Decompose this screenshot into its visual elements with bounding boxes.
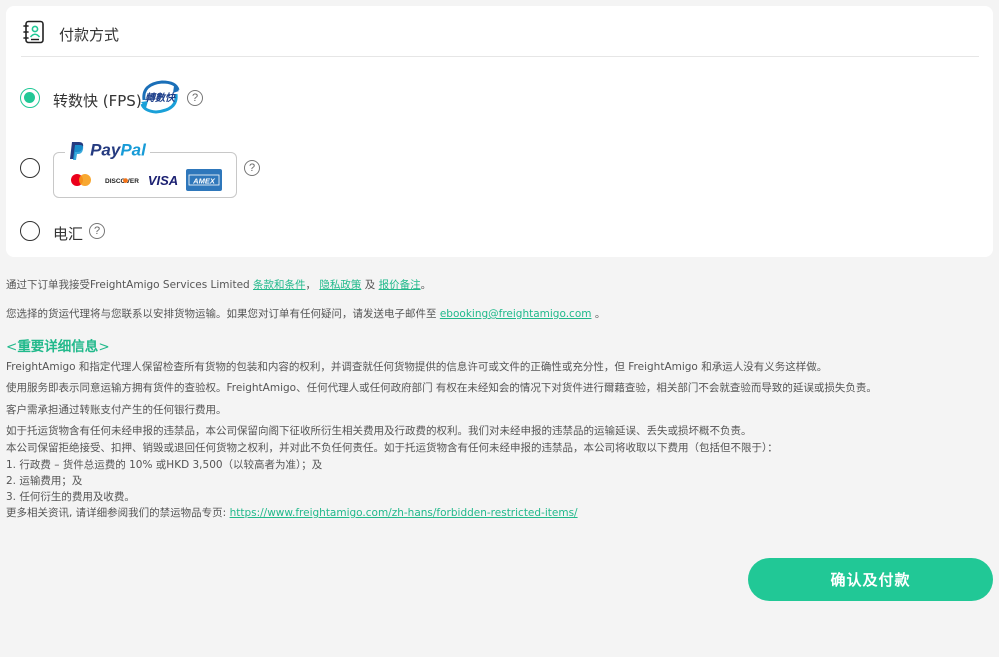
discover-icon: DISCOVER <box>104 169 140 191</box>
wire-help-icon[interactable]: ? <box>89 223 105 239</box>
paragraph-undeclared: 如于托运货物含有任何未经申报的违禁品，本公司保留向阁下征收所衍生相关费用及行政费… <box>6 425 752 437</box>
terms-sep1: ， <box>305 279 320 291</box>
paragraph-consent: 使用服务即表示同意运输方拥有货件的查验权。FreightAmigo、任何代理人或… <box>6 382 877 394</box>
paragraph-refusal: 本公司保留拒绝接受、扣押、销毁或退回任何货物之权利，并对此不负任何责任。如于托运… <box>6 442 778 454</box>
amex-icon: AMEX <box>186 169 222 191</box>
important-open: < <box>6 339 18 355</box>
svg-text:VISA: VISA <box>148 173 178 188</box>
paragraph-inspection: FreightAmigo 和指定代理人保留检查所有货物的包装和内容的权利，并调查… <box>6 361 828 373</box>
fps-help-icon[interactable]: ? <box>187 90 203 106</box>
visa-icon: VISA <box>145 169 181 191</box>
confirm-and-pay-button[interactable]: 确认及付款 <box>748 558 993 601</box>
more-info-text: 更多相关资讯, 请详细参阅我们的禁运物品专页: https://www.frei… <box>6 505 578 520</box>
terms-link[interactable]: 条款和条件 <box>253 279 306 291</box>
paypal-logo: PayPal <box>65 140 150 164</box>
payment-method-card: 付款方式 转数快 (FPS) 轉數快 ? PayPal DISCOVER VIS… <box>6 6 993 257</box>
radio-wire-transfer[interactable] <box>20 221 40 241</box>
mastercard-icon <box>64 169 98 191</box>
terms-suffix: 。 <box>420 279 432 291</box>
terms-sep2: 及 <box>361 279 379 291</box>
fps-logo: 轉數快 <box>138 78 182 116</box>
contact-suffix: 。 <box>591 308 606 320</box>
paragraph-bank-fees: 客户需承担通过转账支付产生的任何银行费用。 <box>6 404 227 416</box>
svg-text:DISCOVER: DISCOVER <box>105 178 139 185</box>
paragraph-fee-2: 2. 运输费用；及 <box>6 475 83 487</box>
important-close: > <box>98 339 110 355</box>
paypal-logo-pal: Pal <box>120 140 146 160</box>
more-info-prefix: 更多相关资讯, 请详细参阅我们的禁运物品专页: <box>6 507 230 519</box>
svg-text:AMEX: AMEX <box>192 177 216 186</box>
paypal-logo-pay: Pay <box>90 140 121 160</box>
terms-text: 通过下订单我接受FreightAmigo Services Limited 条款… <box>6 277 431 292</box>
paragraph-fee-1: 1. 行政费 – 货件总运费的 10% 或HKD 3,500（以较高者为准）；及 <box>6 459 323 471</box>
paypal-p-icon <box>69 140 90 160</box>
paragraph-fee-3: 3. 任何衍生的费用及收费。 <box>6 491 135 503</box>
radio-fps[interactable] <box>20 88 40 108</box>
svg-text:轉數快: 轉數快 <box>145 92 176 104</box>
quote-notes-link[interactable]: 报价备注 <box>379 279 421 291</box>
terms-prefix: 通过下订单我接受FreightAmigo Services Limited <box>6 279 254 291</box>
important-title: 重要详细信息 <box>17 339 99 355</box>
payment-method-title: 付款方式 <box>59 26 120 44</box>
email-link[interactable]: ebooking@freightamigo.com <box>440 308 592 320</box>
option-fps-label[interactable]: 转数快 (FPS) <box>53 90 142 111</box>
payment-method-header: 付款方式 <box>21 6 979 57</box>
forbidden-items-link[interactable]: https://www.freightamigo.com/zh-hans/for… <box>230 507 578 519</box>
contact-text: 您选择的货运代理将与您联系以安排货物运输。如果您对订单有任何疑问，请发送电子邮件… <box>6 306 605 321</box>
radio-paypal[interactable] <box>20 158 40 178</box>
important-info-heading: <重要详细信息> <box>6 335 110 355</box>
privacy-link[interactable]: 隐私政策 <box>319 279 361 291</box>
payment-book-icon <box>23 20 45 44</box>
paypal-help-icon[interactable]: ? <box>244 160 260 176</box>
contact-prefix: 您选择的货运代理将与您联系以安排货物运输。如果您对订单有任何疑问，请发送电子邮件… <box>6 308 440 320</box>
option-wire-label[interactable]: 电汇 <box>53 223 83 244</box>
